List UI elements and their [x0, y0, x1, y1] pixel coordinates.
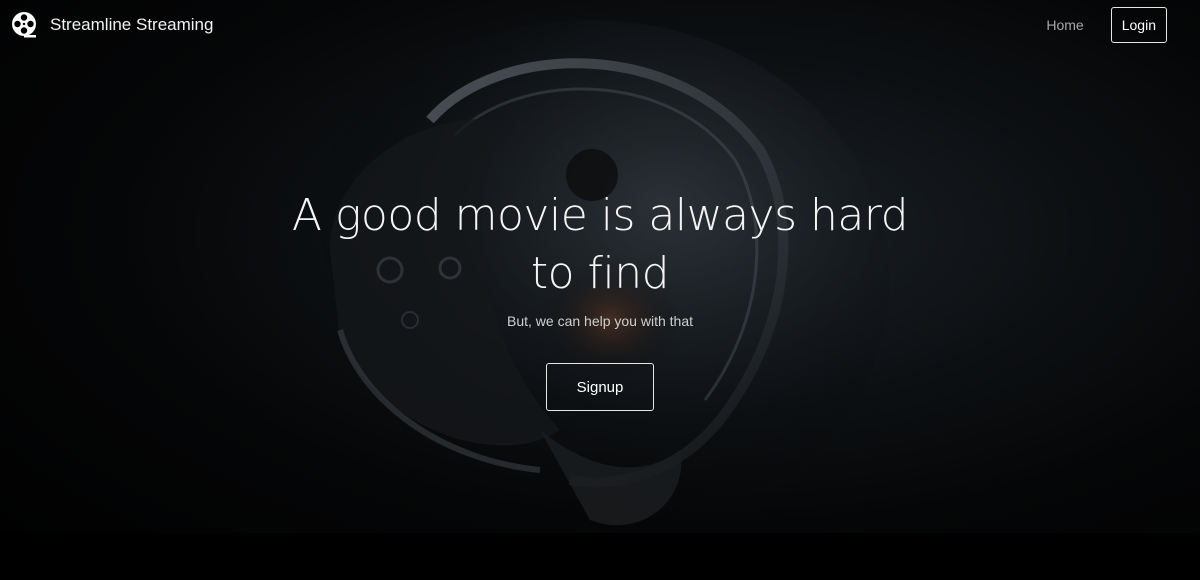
hero-section: A good movie is always hard to find But,… [0, 187, 1200, 411]
nav-right: Home Login [1046, 7, 1190, 43]
navbar: Streamline Streaming Home Login [0, 0, 1200, 50]
hero-title: A good movie is always hard to find [291, 190, 909, 299]
brand-link[interactable]: Streamline Streaming [10, 11, 213, 39]
bottom-strip [0, 533, 1200, 580]
nav-home-link[interactable]: Home [1046, 17, 1083, 33]
brand-name: Streamline Streaming [50, 15, 214, 34]
signup-button[interactable]: Signup [546, 363, 654, 411]
login-button[interactable]: Login [1110, 7, 1167, 43]
film-reel-icon [10, 11, 38, 39]
hero-subtitle: But, we can help you with that [507, 313, 693, 329]
